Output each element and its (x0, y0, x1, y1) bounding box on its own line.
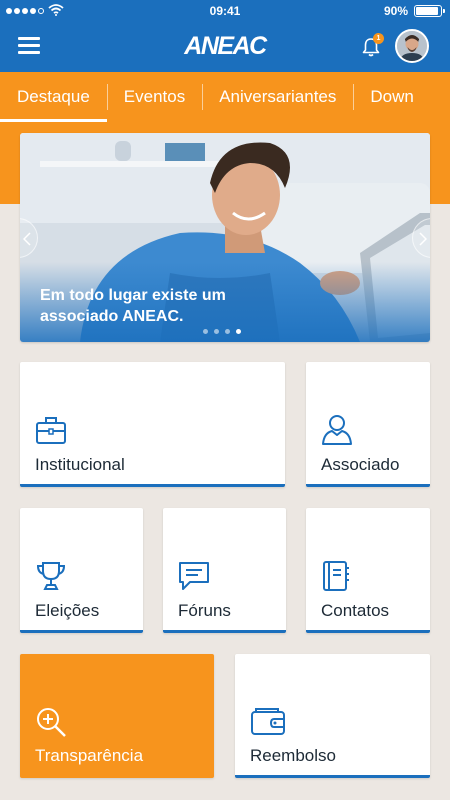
tab-destaque[interactable]: Destaque (0, 72, 107, 122)
foruns-card[interactable]: Fóruns (163, 508, 286, 633)
foruns-label: Fóruns (178, 601, 231, 620)
carousel-dot-active[interactable] (236, 329, 241, 334)
user-avatar[interactable] (395, 29, 429, 63)
chevron-right-icon (419, 232, 427, 246)
contatos-label: Contatos (321, 601, 390, 620)
briefcase-icon (36, 417, 66, 444)
avatar-photo (397, 31, 427, 61)
trophy-icon (36, 562, 66, 590)
institucional-card[interactable]: Institucional (20, 362, 285, 487)
transparencia-label: Transparência (35, 746, 144, 765)
battery-icon (414, 5, 445, 17)
carousel-dot[interactable] (203, 329, 208, 334)
tab-eventos[interactable]: Eventos (106, 72, 202, 122)
tab-aniversariantes[interactable]: Aniversariantes (202, 72, 353, 122)
app-header: 09:41 90% ANEAC 1 (0, 0, 450, 72)
status-time: 09:41 (209, 4, 241, 18)
address-book-icon (323, 561, 349, 591)
hamburger-icon[interactable] (18, 37, 40, 55)
status-bar: 09:41 90% (0, 0, 450, 22)
notification-badge: 1 (373, 33, 384, 44)
institucional-label: Institucional (35, 455, 125, 474)
associado-label: Associado (321, 455, 400, 474)
transparencia-card[interactable]: Transparência (20, 654, 214, 778)
carousel-dot[interactable] (214, 329, 219, 334)
wallet-icon (251, 708, 285, 735)
contatos-card[interactable]: Contatos (306, 508, 430, 633)
associado-card[interactable]: Associado (306, 362, 430, 487)
battery-percentage: 90% (383, 4, 408, 18)
category-tabs: Destaque Eventos Aniversariantes Down (0, 72, 450, 122)
eleicoes-label: Eleições (35, 601, 100, 620)
chat-bubble-icon (179, 562, 209, 590)
magnifier-plus-icon (37, 708, 66, 737)
tab-downloads[interactable]: Down (353, 72, 430, 122)
carousel-pagination (203, 329, 241, 334)
person-icon (322, 415, 352, 445)
eleicoes-card[interactable]: Eleições (20, 508, 143, 633)
reembolso-label: Reembolso (250, 746, 336, 765)
banner-caption: Em todo lugar existe um associado ANEAC. (40, 287, 226, 325)
carousel-dot[interactable] (225, 329, 230, 334)
featured-banner[interactable]: Em todo lugar existe um associado ANEAC. (20, 133, 430, 342)
reembolso-card[interactable]: Reembolso (235, 654, 430, 778)
chevron-left-icon (23, 232, 31, 246)
aneac-logo: ANEAC (184, 32, 267, 60)
